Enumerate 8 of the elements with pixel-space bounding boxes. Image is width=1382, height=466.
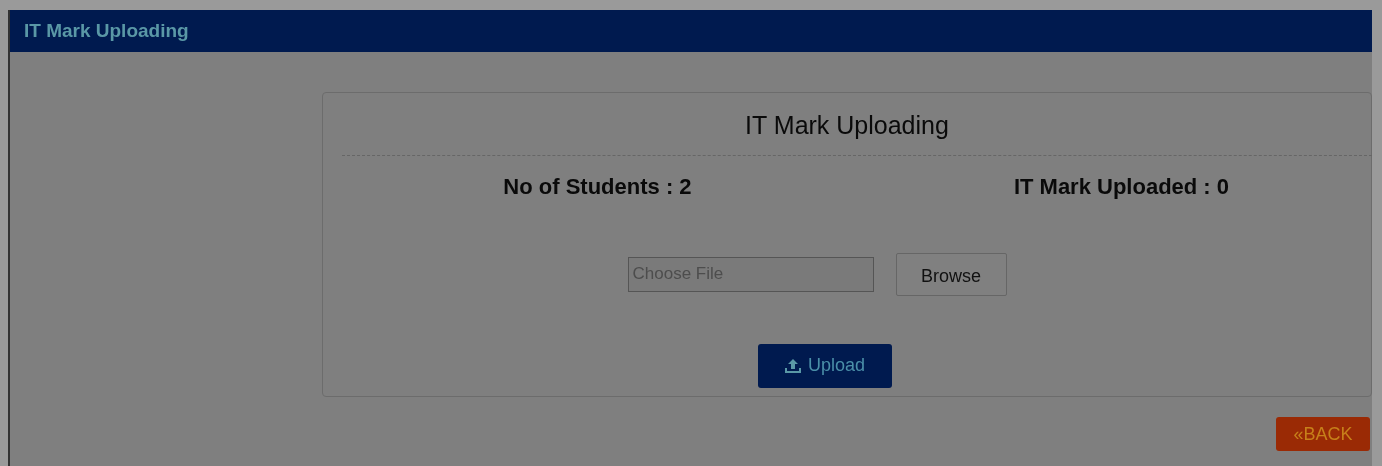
upload-icon — [783, 357, 802, 374]
header-title: IT Mark Uploading — [24, 18, 189, 43]
stat-label: IT Mark Uploaded : 0 — [1013, 172, 1230, 201]
upload-button[interactable]: Upload — [757, 343, 892, 388]
back-button[interactable]: «BACK — [1276, 417, 1370, 451]
stat-label: No of Students : 2 — [503, 172, 692, 201]
browse-button[interactable]: Browse — [895, 252, 1007, 296]
card-title: IT Mark Uploading — [745, 110, 949, 141]
